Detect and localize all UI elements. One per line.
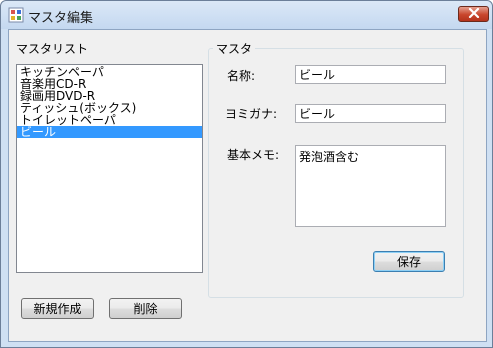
- client-area: マスタリスト キッチンペーパ 音楽用CD-R 録画用DVD-R ティッシュ(ボッ…: [8, 29, 487, 342]
- kana-label: ヨミガナ:: [225, 107, 278, 121]
- delete-button[interactable]: 削除: [109, 298, 182, 319]
- app-window: マスタ編集 マスタリスト キッチンペーパ 音楽用CD-R 録画用DVD-R ティ…: [0, 0, 493, 348]
- list-item[interactable]: 録画用DVD-R: [17, 90, 202, 102]
- name-label: 名称:: [227, 69, 256, 83]
- list-item[interactable]: キッチンペーパ: [17, 66, 202, 78]
- name-field[interactable]: [295, 65, 446, 84]
- list-item[interactable]: ティッシュ(ボックス): [17, 102, 202, 114]
- app-icon: [8, 7, 24, 23]
- master-group-legend: マスタ: [213, 40, 256, 57]
- list-item-selected[interactable]: ビール: [17, 126, 202, 138]
- list-item[interactable]: 音楽用CD-R: [17, 78, 202, 90]
- window-title: マスタ編集: [28, 11, 94, 26]
- master-list-label: マスタリスト: [16, 42, 89, 56]
- master-listbox[interactable]: キッチンペーパ 音楽用CD-R 録画用DVD-R ティッシュ(ボックス) トイレ…: [16, 64, 203, 273]
- save-button[interactable]: 保存: [373, 251, 445, 272]
- memo-field[interactable]: 発泡酒含む: [295, 145, 446, 227]
- close-icon: [468, 7, 480, 21]
- close-button[interactable]: [458, 6, 489, 22]
- memo-label: 基本メモ:: [227, 148, 280, 162]
- list-item[interactable]: トイレットペーパ: [17, 114, 202, 126]
- title-bar[interactable]: マスタ編集: [1, 1, 492, 29]
- new-button[interactable]: 新規作成: [21, 298, 94, 319]
- kana-field[interactable]: [295, 104, 446, 123]
